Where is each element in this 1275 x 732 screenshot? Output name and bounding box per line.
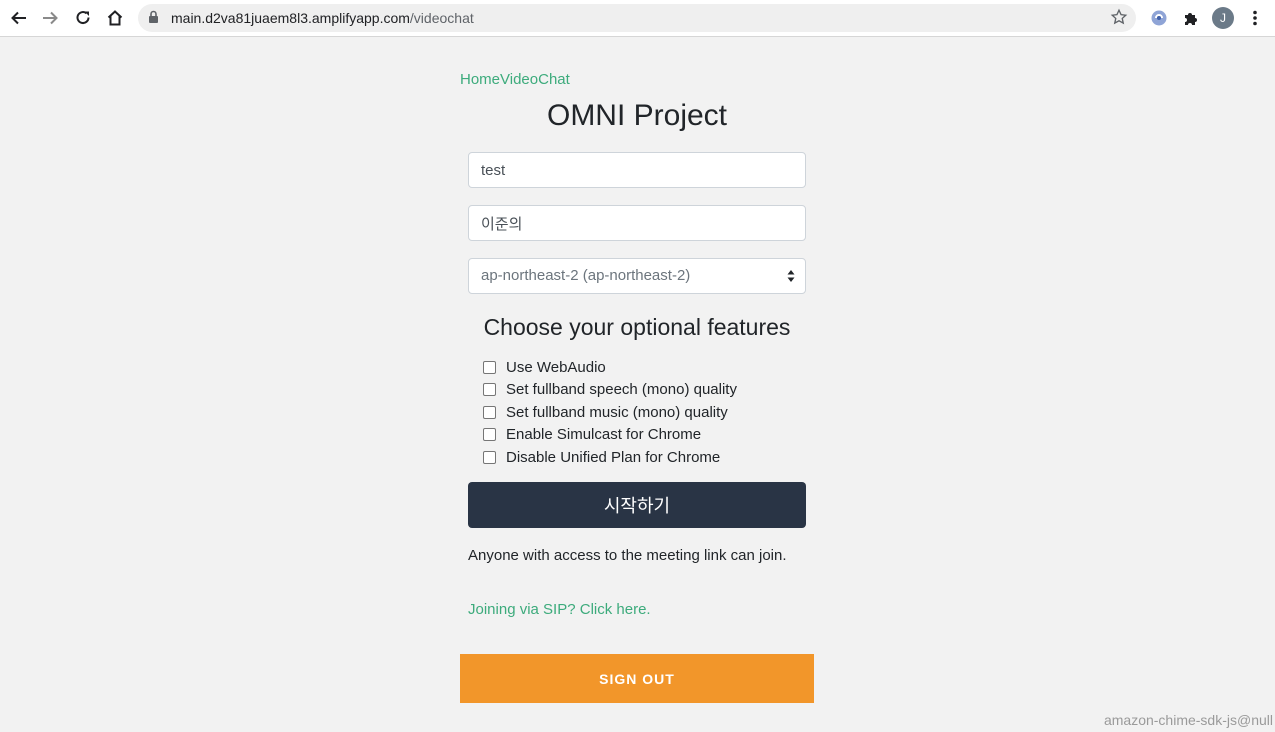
page-title: OMNI Project xyxy=(546,99,728,132)
start-button[interactable]: 시작하기 xyxy=(468,482,806,528)
feature-webaudio[interactable]: Use WebAudio xyxy=(483,356,737,379)
feature-fullband-music[interactable]: Set fullband music (mono) quality xyxy=(483,401,737,424)
feature-label: Enable Simulcast for Chrome xyxy=(506,426,702,444)
more-icon[interactable] xyxy=(1243,6,1267,30)
sign-out-button[interactable]: SIGN OUT xyxy=(460,654,814,703)
top-nav: HomeVideoChat xyxy=(460,71,570,88)
star-icon[interactable] xyxy=(1110,8,1128,31)
lock-icon xyxy=(148,10,159,29)
address-bar[interactable]: main.d2va81juaem8l3.amplifyapp.com/video… xyxy=(138,4,1136,32)
attendee-name-input[interactable] xyxy=(468,205,806,241)
region-select[interactable]: ap-northeast-2 (ap-northeast-2) xyxy=(468,258,806,294)
nav-videochat-link[interactable]: VideoChat xyxy=(500,71,570,88)
meeting-title-input[interactable] xyxy=(468,152,806,188)
checkbox[interactable] xyxy=(483,428,496,442)
feature-label: Disable Unified Plan for Chrome xyxy=(506,448,721,466)
feature-options: Use WebAudio Set fullband speech (mono) … xyxy=(483,356,737,469)
feature-label: Use WebAudio xyxy=(506,358,606,376)
back-icon[interactable] xyxy=(7,6,31,30)
avatar[interactable]: J xyxy=(1212,7,1234,29)
nav-home-link[interactable]: Home xyxy=(460,71,500,88)
feature-disable-unified-plan[interactable]: Disable Unified Plan for Chrome xyxy=(483,446,737,469)
select-arrows-icon xyxy=(787,269,795,288)
home-icon[interactable] xyxy=(103,6,127,30)
feature-label: Set fullband music (mono) quality xyxy=(506,403,728,421)
sip-link[interactable]: Joining via SIP? Click here. xyxy=(468,601,651,618)
meeting-link-notice: Anyone with access to the meeting link c… xyxy=(468,547,787,564)
checkbox[interactable] xyxy=(483,360,496,374)
feature-simulcast[interactable]: Enable Simulcast for Chrome xyxy=(483,424,737,447)
checkbox[interactable] xyxy=(483,450,496,464)
checkbox[interactable] xyxy=(483,405,496,419)
extension-icon[interactable] xyxy=(1147,6,1171,30)
region-select-value: ap-northeast-2 (ap-northeast-2) xyxy=(481,267,691,284)
features-heading: Choose your optional features xyxy=(483,314,791,340)
forward-icon[interactable] xyxy=(38,6,62,30)
puzzle-icon[interactable] xyxy=(1179,6,1203,30)
browser-toolbar: main.d2va81juaem8l3.amplifyapp.com/video… xyxy=(0,0,1275,37)
feature-fullband-speech[interactable]: Set fullband speech (mono) quality xyxy=(483,379,737,402)
feature-label: Set fullband speech (mono) quality xyxy=(506,381,737,399)
sdk-version-note: amazon-chime-sdk-js@null xyxy=(1103,712,1273,728)
reload-icon[interactable] xyxy=(71,6,95,30)
url-text: main.d2va81juaem8l3.amplifyapp.com/video… xyxy=(171,10,474,26)
checkbox[interactable] xyxy=(483,383,496,397)
